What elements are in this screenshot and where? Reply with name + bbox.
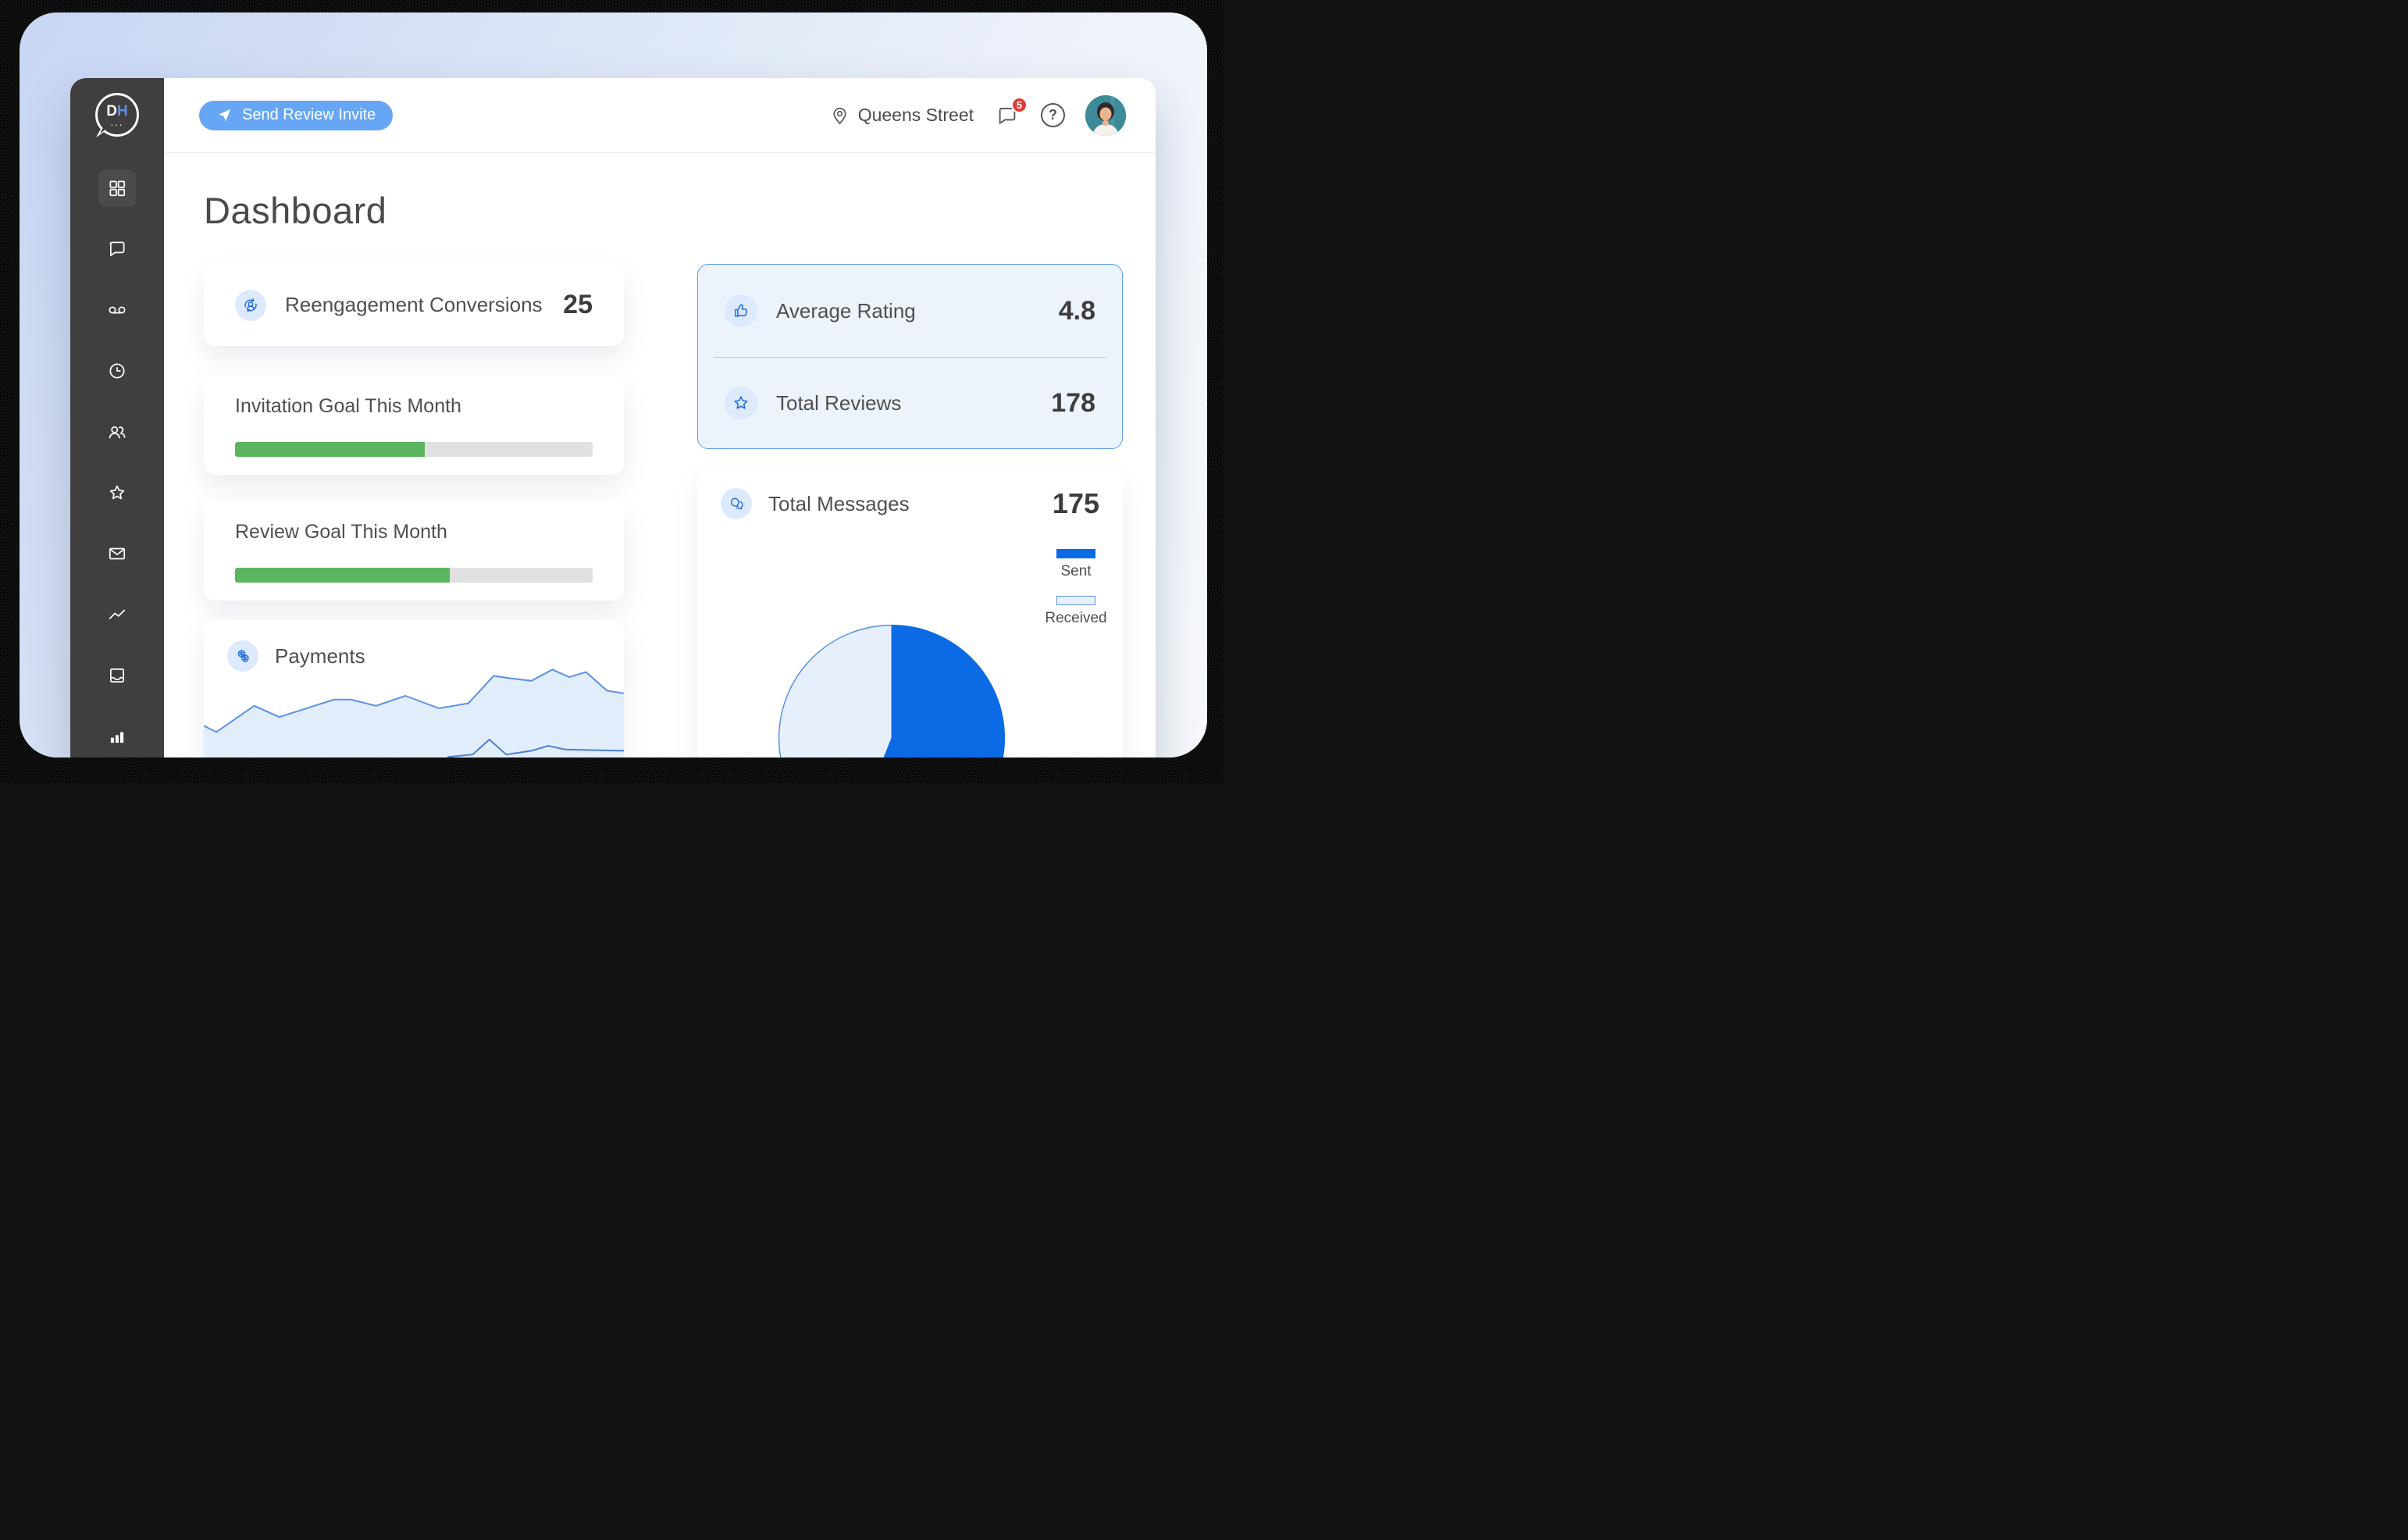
invitation-goal-label: Invitation Goal This Month xyxy=(235,395,461,417)
user-avatar[interactable] xyxy=(1085,94,1126,136)
invitation-goal-progress-track xyxy=(235,442,593,457)
invitation-goal-card: Invitation Goal This Month xyxy=(204,376,624,475)
location-label: Queens Street xyxy=(857,105,974,125)
legend-sent-swatch xyxy=(1056,549,1095,558)
left-column: Reengagement Conversions 25 Invitation G… xyxy=(204,264,624,758)
users-icon xyxy=(109,426,126,439)
thumbs-up-icon xyxy=(735,304,748,317)
total-messages-card: Total Messages 175 Sent Received xyxy=(697,472,1123,758)
sidebar-item-dashboard[interactable] xyxy=(98,169,136,207)
review-goal-label: Review Goal This Month xyxy=(235,521,447,543)
notifications-button[interactable]: 5 xyxy=(994,96,1028,129)
total-messages-icon-circle xyxy=(721,488,752,519)
location-selector[interactable]: Queens Street xyxy=(829,105,974,126)
total-messages-value: 175 xyxy=(1052,487,1099,519)
screenshot-stage: DH ... Send Review Invite Queens Street … xyxy=(0,0,1224,783)
star-outline-icon xyxy=(734,396,748,409)
header-right-cluster: Queens Street 5 ? xyxy=(829,94,1126,136)
envelope-icon xyxy=(109,547,126,560)
invitation-goal-progress-fill xyxy=(235,442,425,457)
main-area: Send Review Invite Queens Street 5 ? Das… xyxy=(164,78,1156,758)
reengagement-icon-circle xyxy=(235,289,266,321)
avatar-person-icon xyxy=(1085,94,1126,136)
total-messages-label: Total Messages xyxy=(768,491,910,515)
send-review-invite-button[interactable]: Send Review Invite xyxy=(199,100,394,130)
messages-pie-chart xyxy=(778,624,1006,758)
sidebar-item-customers[interactable] xyxy=(98,413,136,451)
coins-icon xyxy=(237,649,249,662)
total-reviews-row: Total Reviews 178 xyxy=(698,358,1122,448)
page-title: Dashboard xyxy=(204,190,387,231)
clock-icon xyxy=(109,363,125,379)
sidebar-item-inbox[interactable] xyxy=(98,657,136,694)
send-review-invite-label: Send Review Invite xyxy=(242,106,376,123)
background-panel: DH ... Send Review Invite Queens Street … xyxy=(20,12,1207,758)
app-logo[interactable]: DH ... xyxy=(95,93,139,137)
payments-area-chart xyxy=(204,668,624,758)
total-reviews-icon-circle xyxy=(725,387,757,419)
help-question-mark: ? xyxy=(1049,107,1057,123)
legend-received-label: Received xyxy=(1045,610,1107,626)
sidebar-item-reviews[interactable] xyxy=(98,474,136,512)
average-rating-row: Average Rating 4.8 xyxy=(698,265,1122,357)
sidebar-item-voicemail[interactable] xyxy=(98,291,136,329)
grid-icon xyxy=(109,180,126,197)
sidebar: DH ... xyxy=(70,78,164,758)
pie-legend: Sent Received xyxy=(1045,549,1107,627)
double-chat-icon xyxy=(730,497,743,509)
rating-reviews-card: Average Rating 4.8 Total Reviews 178 xyxy=(697,264,1123,449)
total-reviews-value: 178 xyxy=(1051,387,1095,418)
average-rating-icon-circle xyxy=(725,294,757,327)
review-goal-progress-fill xyxy=(235,568,450,583)
payments-card: Payments xyxy=(204,620,624,758)
average-rating-value: 4.8 xyxy=(1058,295,1095,326)
sidebar-item-mail[interactable] xyxy=(98,535,136,572)
review-goal-progress-track xyxy=(235,568,593,583)
reengagement-user-icon xyxy=(244,298,257,312)
trending-line-icon xyxy=(109,609,126,619)
sidebar-item-messages[interactable] xyxy=(98,230,136,268)
send-icon xyxy=(218,109,231,122)
inbox-icon xyxy=(110,668,124,683)
total-reviews-label: Total Reviews xyxy=(776,390,902,415)
top-bar: Send Review Invite Queens Street 5 ? xyxy=(164,78,1156,153)
dashboard-content: Dashboard Reengagement Conversions 25 In… xyxy=(164,153,1156,758)
reengagement-conversions-card: Reengagement Conversions 25 xyxy=(204,264,624,346)
star-icon xyxy=(109,485,125,500)
bar-chart-icon xyxy=(110,732,124,743)
right-column: Average Rating 4.8 Total Reviews 178 Tot… xyxy=(697,264,1123,758)
help-button[interactable]: ? xyxy=(1041,103,1065,127)
sidebar-item-history[interactable] xyxy=(98,352,136,390)
sidebar-item-trends[interactable] xyxy=(98,596,136,633)
review-goal-card: Review Goal This Month xyxy=(204,500,624,601)
reengagement-value: 25 xyxy=(563,290,593,319)
sidebar-nav xyxy=(98,169,136,755)
logo-dots: ... xyxy=(110,116,124,128)
location-pin-icon xyxy=(833,107,846,125)
reengagement-label: Reengagement Conversions xyxy=(285,293,543,316)
chat-bubble-icon xyxy=(109,241,125,256)
app-window: DH ... Send Review Invite Queens Street … xyxy=(70,78,1156,758)
sidebar-item-analytics[interactable] xyxy=(98,718,136,755)
legend-received-swatch xyxy=(1056,596,1095,605)
average-rating-label: Average Rating xyxy=(776,298,916,323)
voicemail-icon xyxy=(109,306,126,314)
notification-badge: 5 xyxy=(1011,96,1028,113)
legend-sent-label: Sent xyxy=(1060,563,1092,579)
